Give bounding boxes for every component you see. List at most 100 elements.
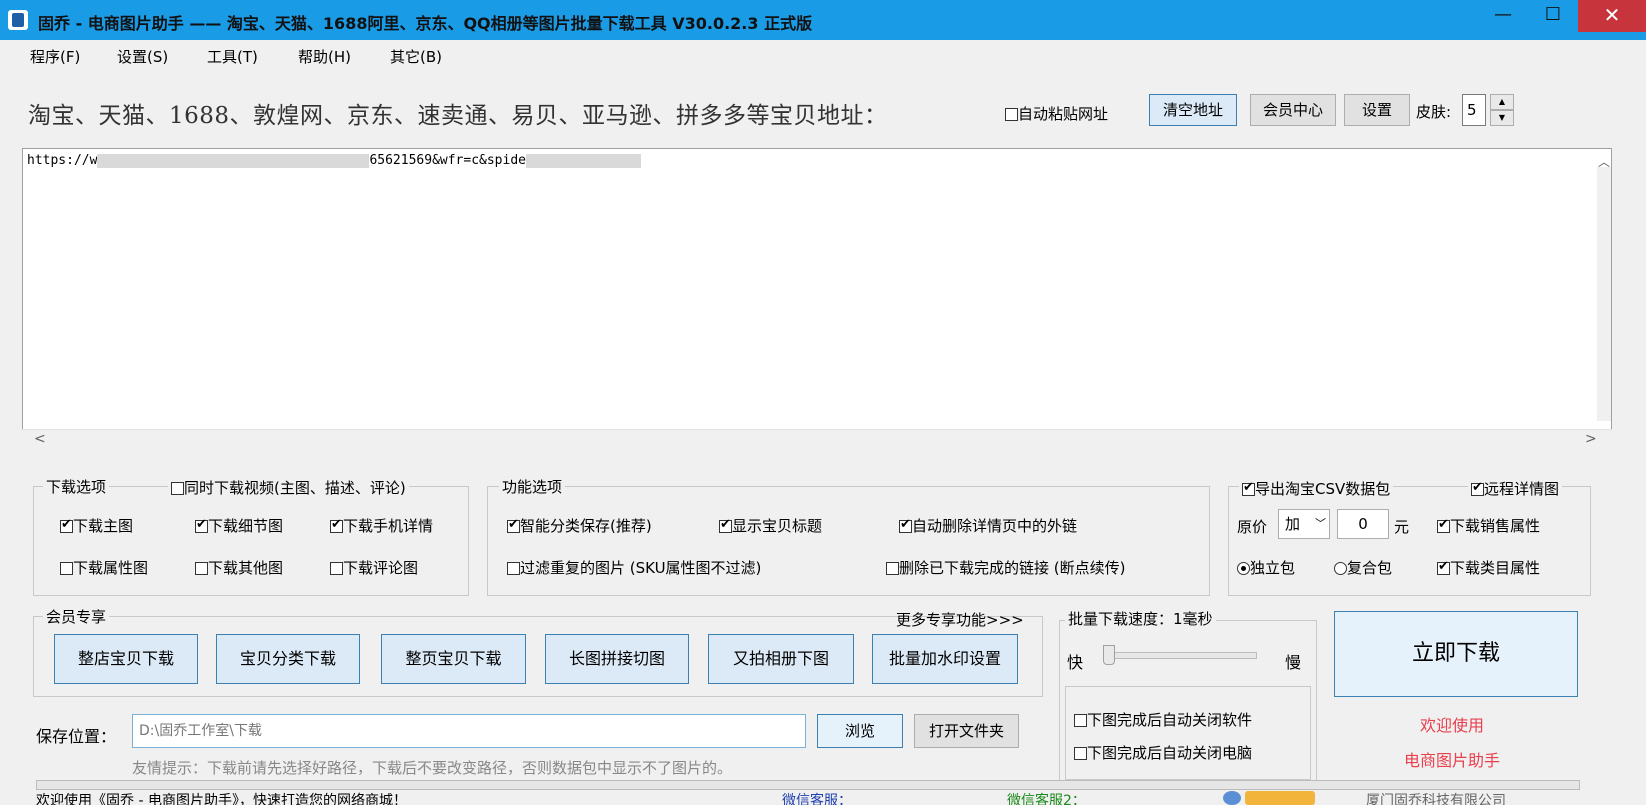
more-vip-link[interactable]: 更多专享功能>>> <box>896 609 1024 630</box>
url-text: https://w 65621569&wfr=c&spide <box>27 153 641 168</box>
download-video-checkbox[interactable] <box>171 482 184 495</box>
menu-help[interactable]: 帮助(H) <box>298 46 351 67</box>
close-app-checkbox[interactable] <box>1074 714 1087 727</box>
youpai-album-button[interactable]: 又拍相册下图 <box>708 634 854 684</box>
shutdown-label: 下图完成后自动关闭电脑 <box>1087 744 1253 762</box>
close-button[interactable]: ✕ <box>1578 0 1646 32</box>
show-title-label: 显示宝贝标题 <box>732 517 823 535</box>
download-other-option[interactable]: 下载其他图 <box>195 557 283 578</box>
menu-program[interactable]: 程序(F) <box>30 46 80 67</box>
filter-dup-label: 过滤重复的图片 (SKU属性图不过滤) <box>520 559 762 577</box>
maximize-button[interactable]: ☐ <box>1528 0 1578 32</box>
download-main-option[interactable]: 下载主图 <box>60 515 133 536</box>
clear-address-button[interactable]: 清空地址 <box>1149 94 1237 126</box>
online-service-button[interactable] <box>1245 791 1315 805</box>
menu-other[interactable]: 其它(B) <box>390 46 442 67</box>
url-textarea[interactable]: https://w65621569&wfr=c&spide ︿ ﹀ <box>22 148 1612 454</box>
auto-paste-box[interactable] <box>1005 108 1018 121</box>
menu-settings[interactable]: 设置(S) <box>117 46 168 67</box>
vertical-scrollbar[interactable] <box>1597 167 1611 421</box>
save-tip: 友情提示：下载前请先选择好路径，下载后不要改变路径，否则数据包中显示不了图片的。 <box>132 759 733 777</box>
download-mobile-checkbox[interactable] <box>330 517 343 533</box>
download-attr-checkbox[interactable] <box>60 562 73 575</box>
delete-done-option[interactable]: 删除已下载完成的链接 (断点续传) <box>886 557 1125 578</box>
export-csv-checkbox[interactable] <box>1242 480 1255 496</box>
smart-save-checkbox[interactable] <box>507 517 520 533</box>
url-label: 淘宝、天猫、1688、敦煌网、京东、速卖通、易贝、亚马逊、拼多多等宝贝地址： <box>28 103 888 129</box>
save-path-input[interactable]: D:\固乔工作室\下载 <box>132 714 806 748</box>
speed-slider-thumb[interactable] <box>1103 645 1115 665</box>
whole-page-download-button[interactable]: 整页宝贝下载 <box>381 634 526 684</box>
menu-tools[interactable]: 工具(T) <box>207 46 258 67</box>
filter-dup-option[interactable]: 过滤重复的图片 (SKU属性图不过滤) <box>507 557 761 578</box>
download-detail-option[interactable]: 下载细节图 <box>195 515 283 536</box>
independent-radio[interactable]: 独立包 <box>1237 557 1295 578</box>
skin-up-button[interactable]: ▲ <box>1490 94 1514 110</box>
download-other-checkbox[interactable] <box>195 562 208 575</box>
download-now-button[interactable]: 立即下载 <box>1334 611 1578 697</box>
delete-done-checkbox[interactable] <box>886 562 899 575</box>
browse-button[interactable]: 浏览 <box>817 714 903 748</box>
smart-save-option[interactable]: 智能分类保存(推荐) <box>507 515 652 536</box>
composite-radio[interactable]: 复合包 <box>1334 557 1392 578</box>
category-attr-checkbox[interactable] <box>1437 559 1450 575</box>
shutdown-option[interactable]: 下图完成后自动关闭电脑 <box>1074 742 1252 763</box>
download-video-option[interactable]: 同时下载视频(主图、描述、评论) <box>168 477 409 498</box>
independent-radio-dot[interactable] <box>1237 562 1250 575</box>
remove-links-option[interactable]: 自动删除详情页中的外链 <box>899 515 1077 536</box>
composite-radio-dot[interactable] <box>1334 562 1347 575</box>
remote-detail-option[interactable]: 远程详情图 <box>1468 478 1563 499</box>
whole-shop-download-button[interactable]: 整店宝贝下载 <box>54 634 198 684</box>
scroll-right-arrow[interactable]: > <box>1585 431 1597 447</box>
auto-close-group <box>1065 686 1311 780</box>
category-attr-option[interactable]: 下载类目属性 <box>1437 557 1540 578</box>
filter-dup-checkbox[interactable] <box>507 562 520 575</box>
skin-down-button[interactable]: ▼ <box>1490 110 1514 126</box>
csv-options-group <box>1228 486 1591 596</box>
qq-icon[interactable] <box>1223 791 1241 805</box>
smart-save-label: 智能分类保存(推荐) <box>520 517 652 535</box>
sales-attr-checkbox[interactable] <box>1437 517 1450 533</box>
welcome-text-2: 电商图片助手 <box>1404 751 1501 770</box>
download-attr-option[interactable]: 下载属性图 <box>60 557 148 578</box>
redacted-block <box>97 153 370 168</box>
download-attr-label: 下载属性图 <box>73 559 149 577</box>
skin-input[interactable]: 5 <box>1462 94 1486 126</box>
download-options-title: 下载选项 <box>43 476 110 497</box>
shutdown-checkbox[interactable] <box>1074 747 1087 760</box>
sales-attr-label: 下载销售属性 <box>1450 517 1541 535</box>
minimize-button[interactable]: — <box>1478 0 1528 32</box>
download-main-label: 下载主图 <box>73 517 134 535</box>
download-mobile-option[interactable]: 下载手机详情 <box>330 515 433 536</box>
price-input[interactable]: 0 <box>1337 509 1389 539</box>
remove-links-checkbox[interactable] <box>899 517 912 533</box>
category-download-button[interactable]: 宝贝分类下载 <box>216 634 360 684</box>
remote-detail-checkbox[interactable] <box>1471 480 1484 496</box>
redacted-block <box>526 153 641 168</box>
show-title-checkbox[interactable] <box>719 517 732 533</box>
skin-label: 皮肤: <box>1416 103 1452 121</box>
open-folder-button[interactable]: 打开文件夹 <box>914 714 1019 748</box>
export-csv-option[interactable]: 导出淘宝CSV数据包 <box>1239 478 1394 499</box>
download-review-option[interactable]: 下载评论图 <box>330 557 418 578</box>
speed-slider-track[interactable] <box>1103 652 1257 659</box>
close-app-option[interactable]: 下图完成后自动关闭软件 <box>1074 709 1252 730</box>
horizontal-scrollbar[interactable] <box>22 429 1612 454</box>
scroll-left-arrow[interactable]: < <box>34 431 46 447</box>
download-video-label: 同时下载视频(主图、描述、评论) <box>184 479 406 497</box>
long-image-button[interactable]: 长图拼接切图 <box>545 634 689 684</box>
speed-slow-label: 慢 <box>1285 653 1302 672</box>
watermark-settings-button[interactable]: 批量加水印设置 <box>872 634 1018 684</box>
price-operator-select[interactable]: 加 ﹀ <box>1278 509 1330 539</box>
settings-button[interactable]: 设置 <box>1344 94 1410 126</box>
delete-done-label: 删除已下载完成的链接 (断点续传) <box>899 559 1126 577</box>
download-options-group <box>33 486 469 596</box>
download-main-checkbox[interactable] <box>60 517 73 533</box>
auto-paste-checkbox[interactable]: 自动粘贴网址 <box>1005 103 1108 124</box>
sales-attr-option[interactable]: 下载销售属性 <box>1437 515 1540 536</box>
download-detail-checkbox[interactable] <box>195 517 208 533</box>
welcome-text-1: 欢迎使用 <box>1420 716 1485 735</box>
member-center-button[interactable]: 会员中心 <box>1250 94 1336 126</box>
download-review-checkbox[interactable] <box>330 562 343 575</box>
show-title-option[interactable]: 显示宝贝标题 <box>719 515 822 536</box>
